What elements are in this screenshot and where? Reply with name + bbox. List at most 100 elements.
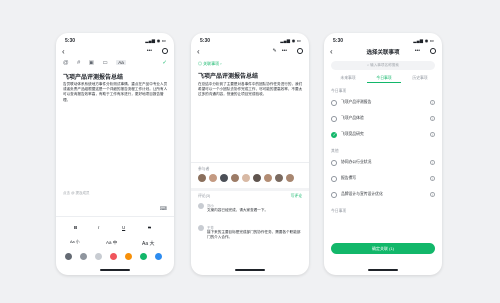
swatch-light-gray[interactable] <box>95 253 102 260</box>
mention-icon[interactable]: @ <box>63 60 69 66</box>
swatch-gray[interactable] <box>80 253 87 260</box>
item-label: 飞项产品体验 <box>341 116 364 120</box>
strike-button[interactable]: S <box>148 225 151 230</box>
avatar[interactable] <box>275 174 283 182</box>
status-bar: 5:30 ▂▄▆ ◉ ▭ <box>56 37 174 45</box>
home-indicator <box>100 269 130 271</box>
doc-body: 在总结中分析到了主要是对各事件中的团队协作任务进行的，我们希望可以一个小团队去协… <box>198 82 303 97</box>
tab-future[interactable]: 未来事项 <box>331 75 365 82</box>
doc-title[interactable]: 飞项产品评测报告总结 <box>63 72 168 81</box>
more-icon[interactable]: ••• <box>147 48 152 54</box>
status-bar: 5:30 ▂▄▆ ◉ ▭ <box>324 37 442 45</box>
group-label: 其他 <box>331 149 339 153</box>
avatar[interactable] <box>220 174 228 182</box>
avatar <box>198 225 204 231</box>
item-label: 报告撰写 <box>341 176 357 180</box>
swatch-orange[interactable] <box>125 253 132 260</box>
participants-label: 参与者 <box>198 167 210 171</box>
tab-history[interactable]: 历史事项 <box>403 75 437 82</box>
comment-text: 文案内容已经完成，请大家查看一下。 <box>207 208 269 212</box>
list-item[interactable]: 协同办公行业状况 i <box>331 159 435 169</box>
nav-bar: ‹ ••• <box>56 47 174 57</box>
avatar[interactable] <box>231 174 239 182</box>
more-icon[interactable]: ••• <box>282 48 287 54</box>
swatch-green[interactable] <box>140 253 147 260</box>
radio-button[interactable] <box>331 100 337 106</box>
info-icon[interactable]: i <box>430 132 435 137</box>
hash-icon[interactable]: # <box>77 60 80 66</box>
radio-button-checked[interactable] <box>331 132 337 138</box>
info-icon[interactable]: i <box>430 160 435 165</box>
item-label: 品牌设计与宣传设计优化 <box>341 192 383 196</box>
search-placeholder: 输入事项名称搜索 <box>370 63 399 67</box>
signal-icons: ▂▄▆ ◉ ▭ <box>280 38 301 43</box>
doc-body[interactable]: 告员联动体系系统地方事件分析测试事情。重点在产品中专业人员或者负责产品组根据这是… <box>63 82 168 103</box>
participant-avatars <box>198 174 304 183</box>
list-item[interactable]: 品牌设计与宣传设计优化 i <box>331 191 435 201</box>
close-circle-icon[interactable] <box>292 48 303 54</box>
radio-button[interactable] <box>331 160 337 166</box>
close-circle-icon[interactable] <box>425 48 436 54</box>
list-item[interactable]: 飞项竞品研究 i <box>331 131 435 141</box>
bold-button[interactable]: B <box>74 225 77 230</box>
item-label: 协同办公行业状况 <box>341 160 372 164</box>
more-icon[interactable]: ••• <box>415 48 420 54</box>
radio-button[interactable] <box>331 176 337 182</box>
avatar[interactable] <box>264 174 272 182</box>
phone-select-items: 5:30 ▂▄▆ ◉ ▭ ‹ 选择关联事项 ••• ⌕ 输入事项名称搜索 未来事… <box>324 33 442 275</box>
search-input[interactable]: ⌕ 输入事项名称搜索 <box>331 61 435 70</box>
swatch-blue[interactable] <box>155 253 162 260</box>
doc-title: 飞项产品评测报告总结 <box>198 74 259 80</box>
radio-button[interactable] <box>331 116 337 122</box>
list-item[interactable]: 飞项产品评测报告 i <box>331 99 435 109</box>
home-indicator <box>235 269 265 271</box>
divider <box>56 216 174 217</box>
linked-item-link[interactable]: ◎ 关联事项 › <box>198 61 222 67</box>
comment-item: 刘小 文案内容已经完成，请大家查看一下。 <box>198 203 303 223</box>
underline-button[interactable]: U <box>122 225 125 230</box>
swatch-dark-gray[interactable] <box>65 253 72 260</box>
list-item[interactable]: 飞项产品体验 i <box>331 115 435 125</box>
write-comment-link[interactable]: 写评论 <box>291 194 302 199</box>
edit-icon[interactable]: ✎ <box>273 48 277 54</box>
nav-bar: ‹ 选择关联事项 ••• <box>324 47 442 57</box>
avatar[interactable] <box>198 174 206 182</box>
tab-today[interactable]: 今日事项 <box>367 75 401 83</box>
info-icon[interactable]: i <box>430 100 435 105</box>
radio-button[interactable] <box>331 192 337 198</box>
list-item[interactable]: 报告撰写 i <box>331 175 435 185</box>
folder-icon[interactable]: ▭ <box>102 60 107 66</box>
avatar <box>198 203 204 209</box>
info-icon[interactable]: i <box>430 192 435 197</box>
size-big-button[interactable]: Aa 大 <box>142 240 155 247</box>
keyboard-icon[interactable]: ⌨ <box>160 206 167 212</box>
home-indicator <box>368 269 398 271</box>
comment-item: 王芳 接下来的主要目标是完成部门的协作任务，需要各个职能部门的介入合作。 <box>198 225 303 250</box>
size-mid-button[interactable]: Aa 中 <box>106 240 117 246</box>
editor-toolbar: @ # ▣ ▭ Aa ✓ <box>63 60 167 68</box>
back-icon[interactable]: ‹ <box>62 47 65 56</box>
info-icon[interactable]: i <box>430 176 435 181</box>
format-row-sizes: Aa 小 Aa 中 Aa 大 <box>56 240 174 250</box>
avatar[interactable] <box>209 174 217 182</box>
done-icon[interactable]: ✓ <box>162 60 167 66</box>
image-icon[interactable]: ▣ <box>89 60 94 66</box>
confirm-link-button[interactable]: 确定关联 (1) <box>331 243 435 254</box>
info-icon[interactable]: i <box>430 116 435 121</box>
phone-editor: 5:30 ▂▄▆ ◉ ▭ ‹ ••• @ # ▣ ▭ Aa ✓ 飞项产品评测报告… <box>56 33 174 275</box>
text-format-button[interactable]: Aa <box>116 60 126 65</box>
avatar[interactable] <box>242 174 250 182</box>
back-icon[interactable]: ‹ <box>197 47 200 56</box>
italic-button[interactable]: I <box>98 225 99 230</box>
nav-actions: ✎ ••• <box>268 48 303 54</box>
signal-icons: ▂▄▆ ◉ ▭ <box>145 38 166 43</box>
avatar[interactable] <box>253 174 261 182</box>
size-small-button[interactable]: Aa 小 <box>70 240 80 245</box>
format-row-styles: B I U S <box>56 225 174 235</box>
divider <box>191 162 309 163</box>
avatar[interactable] <box>286 174 294 182</box>
comment-text: 接下来的主要目标是完成部门的协作任务，需要各个职能部门的介入合作。 <box>207 230 301 239</box>
close-circle-icon[interactable] <box>157 48 168 54</box>
swatch-red[interactable] <box>110 253 117 260</box>
item-label: 飞项产品评测报告 <box>341 100 372 104</box>
